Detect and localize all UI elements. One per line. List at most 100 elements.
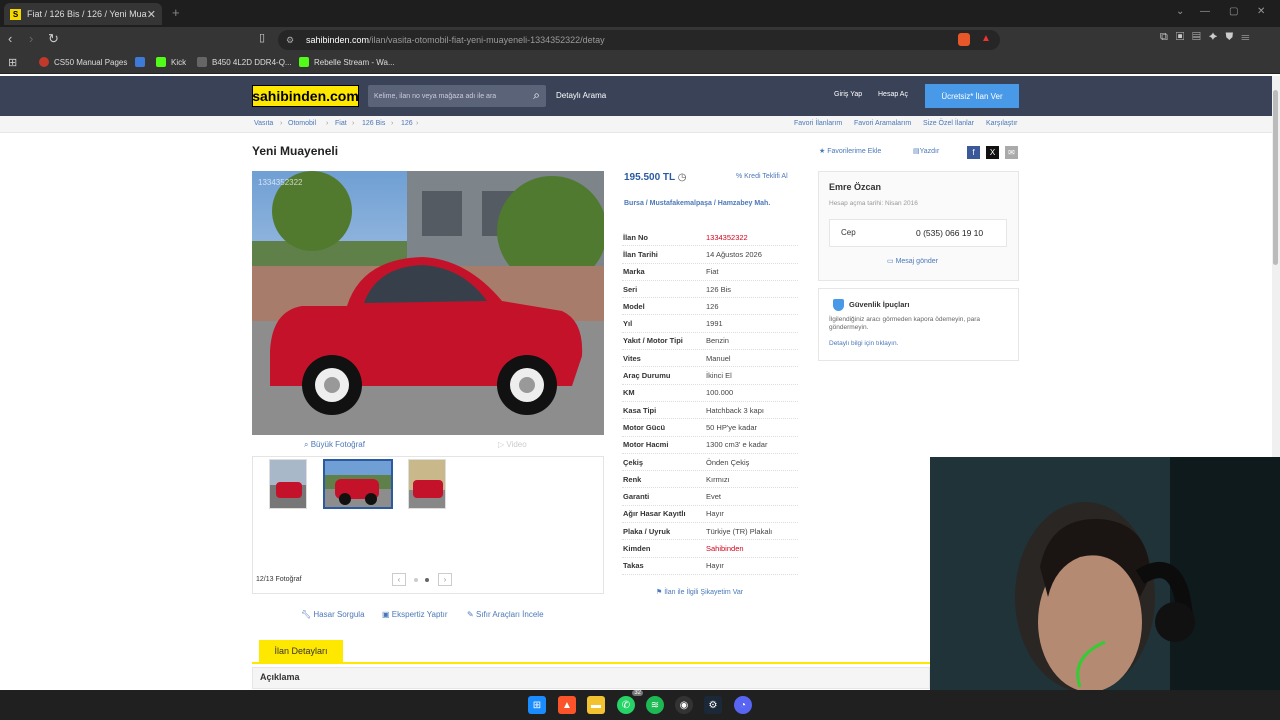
special-listings-link[interactable]: Size Özel İlanlar — [923, 120, 974, 127]
percent-icon: % — [736, 173, 745, 180]
detail-value: 126 — [706, 301, 719, 311]
start-icon[interactable]: ⊞ — [528, 696, 546, 714]
safety-detail-link[interactable]: Detaylı bilgi için tıklayın. — [829, 340, 898, 347]
kick-icon — [156, 57, 166, 67]
detail-key: Kimden — [623, 544, 651, 554]
close-tab-icon[interactable]: ✕ — [147, 8, 156, 21]
reload-icon[interactable]: ↻ — [48, 31, 59, 47]
whatsapp-icon[interactable]: ✆ 32 — [617, 690, 643, 714]
compare-link[interactable]: Karşılaştır — [986, 120, 1018, 127]
magnify-icon: ⌕ — [304, 440, 311, 449]
mail-icon[interactable]: ✉ — [1005, 146, 1018, 159]
browser-tab[interactable]: S Fiat / 126 Bis / 126 / Yeni Muaye ✕ — [4, 3, 162, 25]
steam-icon[interactable]: ⚙ — [704, 696, 722, 714]
facebook-icon[interactable]: f — [967, 146, 980, 159]
thumbnail[interactable] — [408, 459, 446, 509]
detail-row: Garanti Evet — [622, 489, 798, 506]
print-link[interactable]: ▤Yazdır — [913, 147, 939, 155]
tab-listing-details[interactable]: İlan Detayları — [259, 640, 343, 662]
scrollbar-thumb[interactable] — [1273, 90, 1278, 265]
detail-key: Yıl — [623, 319, 633, 329]
damage-query-link[interactable]: 🔧︎ Hasar Sorgula — [301, 610, 365, 619]
detail-key: Model — [623, 301, 645, 311]
tab-title: Fiat / 126 Bis / 126 / Yeni Muaye — [27, 9, 147, 19]
detail-row: Plaka / Uyruk Türkiye (TR) Plakalı — [622, 523, 798, 541]
address-bar[interactable]: sahibinden.com/ilan/vasita-otomobil-fiat… — [278, 30, 1000, 50]
thumbnail-image — [325, 461, 391, 507]
kick-icon — [299, 57, 309, 67]
spotify-icon[interactable]: ≋ — [646, 696, 664, 714]
description-header: Açıklama — [252, 667, 930, 689]
chrome-icon[interactable]: ◉ — [675, 696, 693, 714]
pager-dot[interactable] — [414, 578, 418, 582]
detail-row: İlan No 1334352322 — [622, 229, 798, 247]
breadcrumb-item[interactable]: 126 Bis — [362, 120, 385, 127]
detail-key: Marka — [623, 267, 645, 277]
seller-since: Hesap açma tarihi: Nisan 2016 — [829, 200, 918, 207]
big-photo-link[interactable]: ⌕ Büyük Fotoğraf — [304, 440, 365, 450]
video-link[interactable]: ▷ Video — [498, 440, 527, 449]
location[interactable]: Bursa / Mustafakemalpaşa / Hamzabey Mah. — [624, 199, 800, 209]
maximize-icon[interactable]: ▢ — [1229, 6, 1238, 17]
login-link[interactable]: Giriş Yap — [834, 91, 862, 98]
bookmark-icon[interactable]: ▯ — [259, 31, 265, 44]
thumbnail-selected[interactable] — [323, 459, 393, 509]
history-icon[interactable]: ◷ — [678, 172, 687, 183]
post-ad-button[interactable]: Ücretsiz* İlan Ver — [925, 84, 1019, 108]
bookmark-b450[interactable]: B450 4L2D DDR4-Q... — [197, 57, 292, 67]
detailed-search-link[interactable]: Detaylı Arama — [556, 91, 606, 100]
minimize-icon[interactable]: — — [1200, 6, 1210, 17]
tab-search-icon[interactable]: ⌄ — [1176, 6, 1184, 17]
webcam-overlay — [930, 457, 1280, 690]
brave-icon[interactable]: ▲ — [558, 696, 576, 714]
extension-icons[interactable]: ⧉▣▤✦⛊☰ — [1160, 31, 1257, 44]
site-logo[interactable]: sahibinden.com — [252, 85, 359, 107]
main-photo[interactable] — [252, 171, 604, 435]
browser-tab-bar — [0, 0, 1280, 27]
thumbnail-image — [270, 460, 306, 508]
rewards-icon[interactable]: ▲ — [981, 33, 991, 44]
breadcrumb-item[interactable]: Otomobil — [288, 120, 316, 127]
phone-number[interactable]: 0 (535) 066 19 10 — [916, 228, 983, 238]
forward-icon[interactable]: › — [29, 31, 33, 46]
send-message-link[interactable]: ▭ Mesaj gönder — [887, 257, 938, 265]
flag-icon: ⚑ — [656, 589, 665, 596]
bookmark-blank[interactable] — [135, 57, 145, 67]
expertise-link[interactable]: ▣ Ekspertiz Yaptır — [382, 610, 448, 619]
pager-dot-active[interactable] — [425, 578, 429, 582]
credit-offer-link[interactable]: % Kredi Teklifi Al — [736, 173, 788, 180]
favorite-listings-link[interactable]: Favori İlanlarım — [794, 120, 842, 127]
breadcrumb-item[interactable]: 126 — [401, 120, 413, 127]
new-tab-icon[interactable]: + — [172, 5, 180, 20]
star-icon: ★ — [819, 148, 828, 155]
complain-link[interactable]: ⚑ İlan ile İlgili Şikayetim Var — [656, 588, 743, 596]
apps-icon[interactable]: ⊞ — [8, 56, 17, 69]
site-info-icon[interactable]: ⚙ — [286, 35, 294, 46]
gigabyte-icon — [197, 57, 207, 67]
back-icon[interactable]: ‹ — [8, 31, 12, 46]
detail-value: 1334352322 — [706, 232, 748, 242]
next-photo-button[interactable]: › — [438, 573, 452, 586]
x-twitter-icon[interactable]: X — [986, 146, 999, 159]
bookmark-cs50[interactable]: CS50 Manual Pages — [39, 57, 127, 67]
seller-name[interactable]: Emre Özcan — [829, 182, 881, 192]
favorite-searches-link[interactable]: Favori Aramalarım — [854, 120, 911, 127]
detail-key: Ağır Hasar Kayıtlı — [623, 509, 686, 519]
thumbnail[interactable] — [269, 459, 307, 509]
folder-icon[interactable]: ▬ — [587, 696, 605, 714]
new-cars-link[interactable]: ✎ Sıfır Araçları İncele — [467, 610, 544, 619]
search-icon[interactable]: ⌕ — [533, 88, 540, 103]
detail-key: Motor Gücü — [623, 422, 666, 432]
discord-icon[interactable]: ◔ — [734, 696, 752, 714]
breadcrumb-item[interactable]: Vasıta — [254, 120, 273, 127]
register-link[interactable]: Hesap Aç — [878, 91, 908, 98]
add-favorites-link[interactable]: ★ Favorilerime Ekle — [819, 147, 881, 155]
prev-photo-button[interactable]: ‹ — [392, 573, 406, 586]
brave-shield-icon[interactable] — [958, 33, 970, 46]
bookmark-rebelle[interactable]: Rebelle Stream - Wa... — [299, 57, 395, 67]
streamer-webcam — [930, 457, 1280, 690]
bookmark-kick[interactable]: Kick — [156, 57, 186, 67]
search-input[interactable]: Kelime, ilan no veya mağaza adı ile ara ⌕ — [368, 85, 546, 107]
breadcrumb-item[interactable]: Fiat — [335, 120, 347, 127]
close-window-icon[interactable]: ✕ — [1257, 6, 1265, 17]
